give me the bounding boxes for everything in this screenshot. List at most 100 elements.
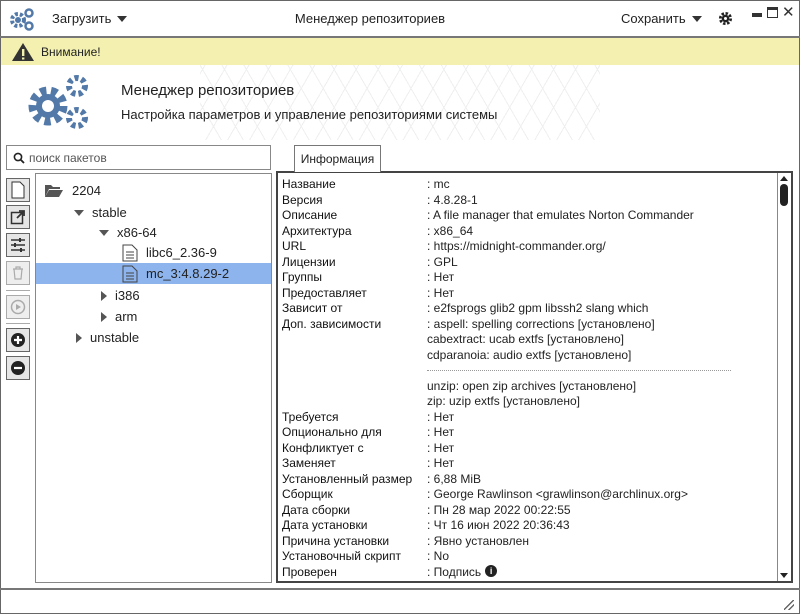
warning-bar: Внимание!	[1, 38, 799, 65]
info-circle-icon[interactable]: i	[485, 564, 498, 577]
info-row: Архитектура : x86_64	[282, 224, 473, 239]
tab-label: Информация	[300, 152, 375, 166]
deps-separator	[427, 370, 731, 371]
tree-node-libc6[interactable]: libc6_2.36-9	[122, 242, 217, 263]
search-placeholder: поиск пакетов	[29, 150, 107, 165]
close-button[interactable]: ✕	[782, 3, 795, 21]
info-row: Доп. зависимости : aspell: spelling corre…	[282, 317, 655, 332]
collapsed-arrow-icon	[101, 290, 107, 301]
tree-label: i386	[115, 288, 140, 303]
info-label: URL	[282, 239, 307, 253]
info-row: Описание: A file manager that emulates N…	[282, 208, 694, 223]
info-row: cabextract: ucab extfs [установлено]	[282, 332, 624, 347]
tree-node-2204[interactable]: 2204	[44, 180, 101, 201]
scroll-down-arrow-icon[interactable]	[780, 573, 788, 578]
info-label: Зависит от	[282, 301, 343, 315]
tree-node-mc[interactable]: mc_3:4.8.29-2	[122, 263, 229, 284]
package-file-icon	[122, 265, 138, 282]
info-label: Название	[282, 177, 336, 191]
expanded-arrow-icon	[74, 209, 84, 216]
settings-sliders-button[interactable]	[6, 233, 30, 257]
tree-label: 2204	[72, 183, 101, 198]
info-row: Зависит от: e2fsprogs glib2 gpm libssh2 …	[282, 301, 648, 316]
info-value: : x86_64	[427, 223, 474, 238]
info-value: : Нет	[427, 440, 455, 455]
info-row: unzip: open zip archives [установлено]	[282, 379, 636, 394]
info-row: zip: uzip extfs [установлено]	[282, 394, 580, 409]
run-button[interactable]	[6, 295, 30, 319]
trash-icon	[13, 266, 23, 280]
info-value: unzip: open zip archives [установлено]	[427, 378, 637, 393]
toolbar-divider	[6, 290, 30, 291]
info-row: Проверен: Подпись i	[282, 564, 498, 580]
minimize-button[interactable]	[752, 13, 762, 17]
warning-icon	[12, 42, 34, 61]
tab-information[interactable]: Информация	[294, 145, 381, 172]
tree-label: arm	[115, 309, 138, 324]
info-row: Установочный скрипт: No	[282, 549, 449, 564]
info-value: : aspell: spelling corrections [установл…	[427, 316, 655, 331]
info-value: : Чт 16 июн 2022 20:36:43	[427, 518, 570, 532]
info-row: Предоставляет: Нет	[282, 286, 454, 301]
package-file-icon	[122, 244, 138, 261]
file-icon	[11, 181, 25, 199]
info-label: Дата установки	[282, 518, 368, 532]
tree-node-i386[interactable]: i386	[101, 285, 140, 306]
save-menu-label: Сохранить	[621, 11, 686, 26]
plus-circle-icon	[11, 333, 25, 347]
info-label: Заменяет	[282, 456, 336, 470]
open-external-button[interactable]	[6, 205, 30, 229]
header-gears-icon	[28, 75, 88, 129]
info-value: : Нет	[427, 456, 455, 470]
info-row: Установленный размер: 6,88 MiB	[282, 472, 481, 487]
info-label: Архитектура	[282, 223, 352, 238]
info-row: URL : https://midnight-commander.org/	[282, 239, 606, 254]
info-label: Опционально для	[282, 425, 382, 439]
new-file-button[interactable]	[6, 178, 30, 202]
tree-label: libc6_2.36-9	[146, 245, 217, 260]
collapsed-arrow-icon	[76, 332, 82, 343]
maximize-button[interactable]	[767, 7, 778, 18]
scroll-up-arrow-icon[interactable]	[780, 176, 788, 181]
info-label: Установленный размер	[282, 471, 413, 486]
info-label: Причина установки	[282, 533, 390, 548]
hexagon-background	[200, 65, 600, 140]
warning-text: Внимание!	[41, 44, 101, 59]
info-value: : GPL	[427, 254, 458, 269]
resize-grip-icon[interactable]	[784, 600, 794, 610]
tree-node-unstable[interactable]: unstable	[76, 327, 139, 348]
info-label: Группы	[282, 270, 322, 284]
search-input[interactable]: поиск пакетов	[6, 145, 271, 170]
delete-button[interactable]	[6, 261, 30, 285]
settings-gear-icon[interactable]	[718, 11, 733, 26]
add-button[interactable]	[6, 328, 30, 352]
tree-node-x86-64[interactable]: x86-64	[99, 222, 157, 243]
tree-node-stable[interactable]: stable	[74, 202, 127, 223]
vertical-scrollbar[interactable]	[777, 173, 791, 581]
info-label: Требуется	[282, 409, 339, 424]
save-menu[interactable]: Сохранить	[621, 11, 702, 26]
info-value: cdparanoia: audio extfs [установлено]	[427, 347, 632, 362]
info-value: : No	[427, 549, 450, 563]
info-label: Доп. зависимости	[282, 316, 382, 331]
info-value: : 4.8.28-1	[427, 192, 478, 207]
info-row: Версия: 4.8.28-1	[282, 193, 478, 208]
tree-label: mc_3:4.8.29-2	[146, 266, 230, 281]
info-value: cabextract: ucab extfs [установлено]	[427, 332, 625, 346]
info-label	[282, 379, 427, 394]
info-label: Описание	[282, 208, 338, 222]
tree-node-arm[interactable]: arm	[101, 306, 137, 327]
info-label: Проверен	[282, 564, 337, 579]
info-value: zip: uzip extfs [установлено]	[427, 394, 580, 408]
info-value: : https://midnight-commander.org/	[427, 239, 606, 253]
info-value: : Пн 28 мар 2022 00:22:55	[427, 502, 571, 517]
info-label	[282, 394, 427, 409]
search-icon	[13, 152, 25, 164]
remove-button[interactable]	[6, 356, 30, 380]
scroll-thumb[interactable]	[780, 184, 788, 206]
info-label: Предоставляет	[282, 285, 367, 300]
package-info-panel: Название: mc Версия: 4.8.28-1 Описание: A …	[276, 171, 793, 583]
info-label: Конфликтует с	[282, 440, 364, 455]
info-row: Конфликтует с : Нет	[282, 441, 454, 456]
play-circle-icon	[10, 299, 26, 315]
